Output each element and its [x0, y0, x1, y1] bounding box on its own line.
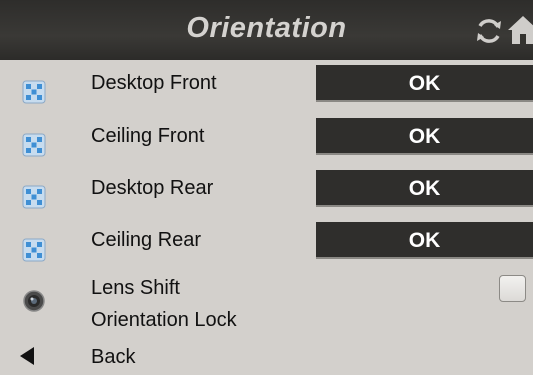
back-button[interactable]: Back — [91, 344, 135, 370]
home-icon[interactable] — [508, 14, 533, 46]
orientation-icon — [22, 238, 46, 262]
lens-icon — [23, 290, 45, 312]
list-item-ceiling-front[interactable]: Ceiling Front OK — [0, 117, 533, 170]
ceiling-rear-ok-button[interactable]: OK — [316, 222, 533, 259]
back-arrow-icon — [20, 347, 34, 365]
list-item-desktop-front[interactable]: Desktop Front OK — [0, 64, 533, 117]
lens-shift-lock-checkbox[interactable] — [499, 275, 526, 302]
desktop-front-ok-button[interactable]: OK — [316, 65, 533, 102]
row-label-line1: Lens Shift — [91, 277, 180, 299]
row-label-line2: Orientation Lock — [91, 309, 237, 331]
refresh-icon[interactable] — [474, 16, 504, 46]
list-item-lens-shift-lock[interactable]: Lens Shift Orientation Lock — [0, 275, 533, 335]
row-label: Ceiling Rear — [91, 229, 202, 251]
row-label: Desktop Rear — [91, 177, 214, 199]
row-label: Desktop Front — [91, 72, 217, 94]
row-label: Ceiling Front — [91, 125, 205, 147]
orientation-icon — [22, 185, 46, 209]
ceiling-front-ok-button[interactable]: OK — [316, 118, 533, 155]
list-item-desktop-rear[interactable]: Desktop Rear OK — [0, 169, 533, 222]
desktop-rear-ok-button[interactable]: OK — [316, 170, 533, 207]
orientation-icon — [22, 80, 46, 104]
list-item-ceiling-rear[interactable]: Ceiling Rear OK — [0, 222, 533, 275]
title-bar: Orientation — [0, 0, 533, 60]
page-title: Orientation — [186, 12, 347, 44]
orientation-icon — [22, 133, 46, 157]
